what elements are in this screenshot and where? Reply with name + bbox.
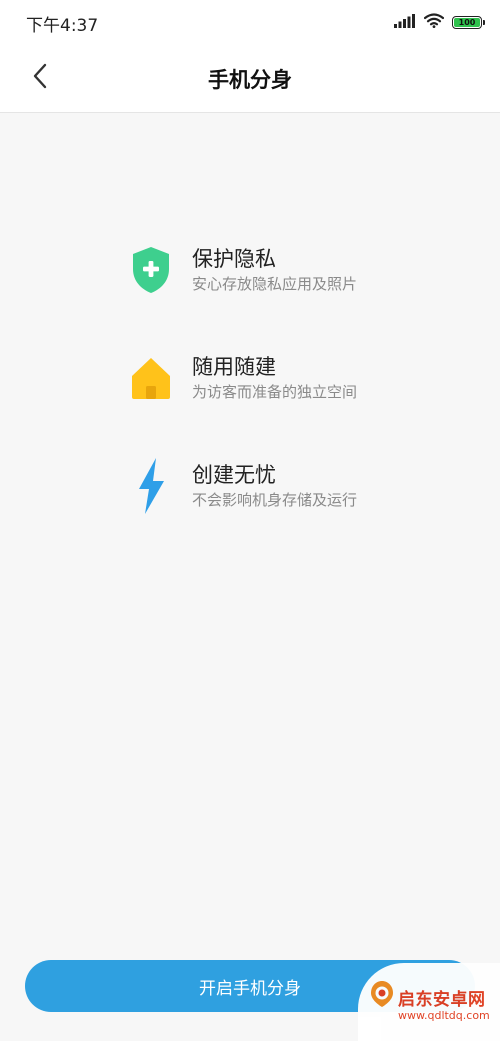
- watermark-logo-icon: [368, 979, 396, 1013]
- feature-title: 创建无忧: [192, 463, 276, 487]
- feature-description: 为访客而准备的独立空间: [192, 383, 358, 401]
- house-icon: [126, 348, 176, 408]
- feature-item-worry-free: 创建无忧 不会影响机身存储及运行: [126, 452, 426, 560]
- status-bar: 下午4:37 100: [0, 0, 500, 44]
- watermark: 启东安卓网 www.qdltdq.com: [358, 963, 500, 1041]
- feature-list: 保护隐私 安心存放隐私应用及照片 随用随建 为访客而准备的独立空间 创建无忧 不…: [126, 236, 426, 560]
- feature-description: 不会影响机身存储及运行: [192, 491, 358, 509]
- lightning-icon: [126, 456, 176, 516]
- header-bar: 手机分身: [0, 44, 500, 113]
- feature-item-anytime: 随用随建 为访客而准备的独立空间: [126, 344, 426, 452]
- battery-icon: 100: [452, 15, 485, 29]
- wifi-icon: [423, 12, 445, 32]
- battery-level: 100: [454, 17, 480, 27]
- feature-title: 随用随建: [192, 355, 276, 379]
- feature-title: 保护隐私: [192, 247, 276, 271]
- signal-icon: [394, 13, 416, 32]
- watermark-url: www.qdltdq.com: [398, 1009, 490, 1022]
- page-title: 手机分身: [208, 68, 292, 92]
- feature-description: 安心存放隐私应用及照片: [192, 275, 358, 293]
- status-time: 下午4:37: [26, 16, 99, 36]
- shield-plus-icon: [126, 240, 176, 300]
- battery-nub: [483, 19, 485, 25]
- feature-item-privacy: 保护隐私 安心存放隐私应用及照片: [126, 236, 426, 344]
- lightning-shape: [139, 458, 164, 514]
- status-icons: 100: [394, 12, 485, 32]
- watermark-name: 启东安卓网: [398, 990, 486, 1010]
